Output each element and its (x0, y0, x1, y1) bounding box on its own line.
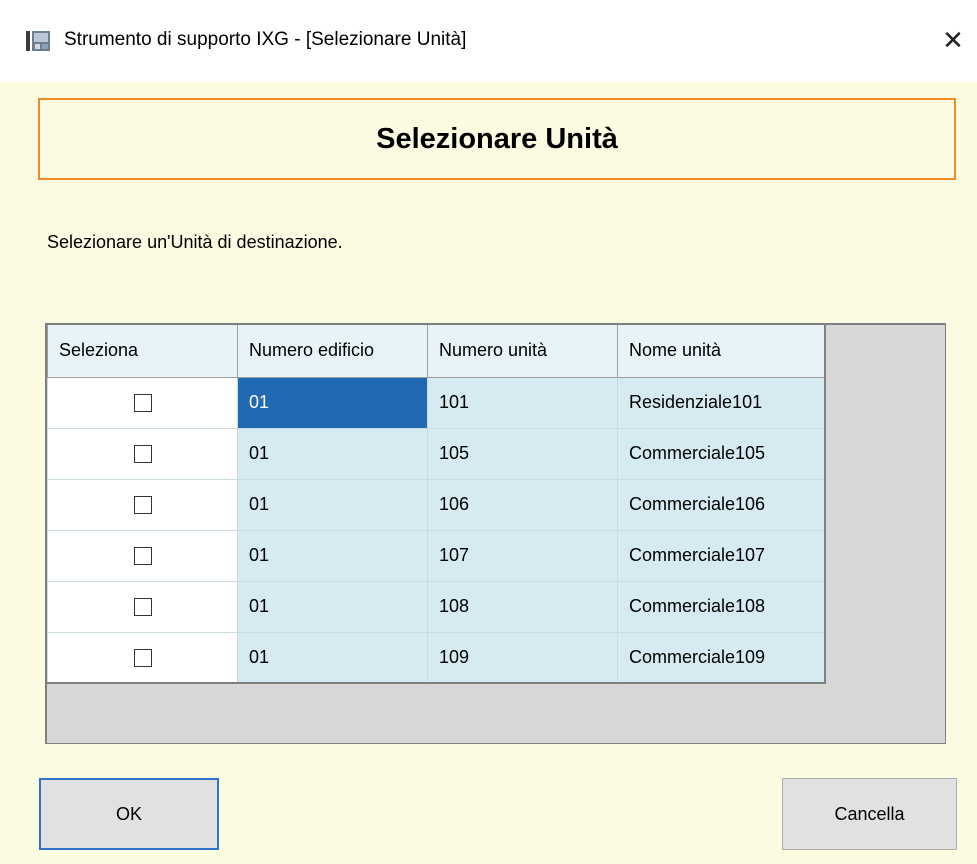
unit-name-cell[interactable]: Commerciale107 (617, 529, 826, 582)
ok-button-label: OK (115, 803, 142, 824)
title-bar: Strumento di supporto IXG - [Selezionare… (0, 0, 977, 82)
unit-name-cell[interactable]: Commerciale105 (617, 427, 826, 480)
select-cell[interactable] (47, 478, 238, 531)
unit-name-cell[interactable]: Commerciale106 (617, 478, 826, 531)
unit-name-cell[interactable]: Commerciale109 (617, 631, 826, 684)
checkbox-icon[interactable] (133, 394, 152, 413)
instruction-text: Selezionare un'Unità di destinazione. (47, 232, 343, 252)
column-header-unit-name[interactable]: Nome unità (617, 325, 826, 378)
table-row[interactable]: 01 105 Commerciale105 (47, 427, 826, 480)
table-row[interactable]: 01 109 Commerciale109 (47, 631, 826, 684)
unit-number-cell[interactable]: 107 (427, 529, 618, 582)
window-title: Strumento di supporto IXG - [Selezionare… (64, 29, 467, 50)
select-cell[interactable] (47, 427, 238, 480)
select-cell[interactable] (47, 580, 238, 633)
building-cell[interactable]: 01 (237, 427, 428, 480)
building-cell[interactable]: 01 (237, 376, 428, 429)
unit-number-cell[interactable]: 105 (427, 427, 618, 480)
column-header-select[interactable]: Seleziona (47, 325, 238, 378)
checkbox-icon[interactable] (133, 598, 152, 617)
table-row[interactable]: 01 101 Residenziale101 (47, 376, 826, 429)
cancel-button-label: Cancella (834, 803, 905, 824)
table-row[interactable]: 01 107 Commerciale107 (47, 529, 826, 582)
app-icon (26, 31, 50, 51)
unit-number-cell[interactable]: 109 (427, 631, 618, 684)
ok-button[interactable]: OK (39, 778, 219, 850)
column-header-unit-number[interactable]: Numero unità (427, 325, 618, 378)
table-header-row: Seleziona Numero edificio Numero unità N… (47, 325, 826, 378)
table-row[interactable]: 01 106 Commerciale106 (47, 478, 826, 531)
building-cell[interactable]: 01 (237, 631, 428, 684)
unit-name-cell[interactable]: Commerciale108 (617, 580, 826, 633)
checkbox-icon[interactable] (133, 547, 152, 566)
select-cell[interactable] (47, 376, 238, 429)
checkbox-icon[interactable] (133, 445, 152, 464)
table-row[interactable]: 01 108 Commerciale108 (47, 580, 826, 633)
unit-number-cell[interactable]: 106 (427, 478, 618, 531)
unit-number-cell[interactable]: 108 (427, 580, 618, 633)
checkbox-icon[interactable] (133, 496, 152, 515)
unit-table: Seleziona Numero edificio Numero unità N… (47, 325, 826, 684)
building-cell[interactable]: 01 (237, 580, 428, 633)
select-cell[interactable] (47, 631, 238, 684)
select-cell[interactable] (47, 529, 238, 582)
page-header: Selezionare Unità (38, 98, 956, 180)
unit-number-cell[interactable]: 101 (427, 376, 618, 429)
cancel-button[interactable]: Cancella (782, 778, 957, 850)
close-icon[interactable]: ✕ (942, 25, 964, 56)
checkbox-icon[interactable] (133, 649, 152, 667)
unit-name-cell[interactable]: Residenziale101 (617, 376, 826, 429)
page-title: Selezionare Unità (376, 122, 618, 155)
unit-grid[interactable]: Seleziona Numero edificio Numero unità N… (45, 323, 946, 744)
column-header-building[interactable]: Numero edificio (237, 325, 428, 378)
close-button[interactable]: ✕ (935, 22, 971, 58)
building-cell[interactable]: 01 (237, 478, 428, 531)
building-cell[interactable]: 01 (237, 529, 428, 582)
